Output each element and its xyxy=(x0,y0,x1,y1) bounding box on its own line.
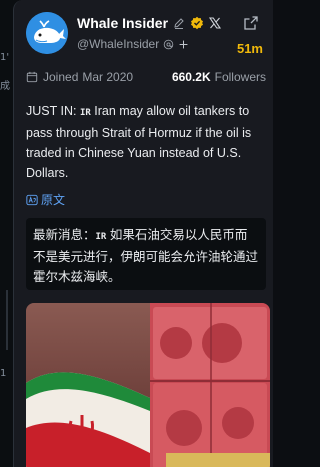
background-divider xyxy=(6,290,8,350)
profile-name-row: Whale Insider xyxy=(77,15,222,31)
followers-label: Followers xyxy=(214,70,266,84)
joined-label: Joined xyxy=(43,70,79,84)
profile-meta-row: Joined Mar 2020 660.2K Followers xyxy=(26,70,266,84)
post-text: JUST IN: IR Iran may allow oil tankers t… xyxy=(26,101,270,183)
iran-flag-yuan-image xyxy=(26,303,270,467)
translation-flag-code: IR xyxy=(95,232,107,242)
x-logo-icon[interactable] xyxy=(208,16,222,30)
share-icon[interactable] xyxy=(243,15,259,31)
translate-icon xyxy=(26,194,38,205)
at-icon[interactable] xyxy=(163,39,174,50)
profile-name[interactable]: Whale Insider xyxy=(77,15,168,31)
verified-badge-icon xyxy=(191,16,204,30)
background-text: 1' xyxy=(0,52,10,63)
translation-lead: 最新消息： xyxy=(33,228,96,242)
background-text: 1 xyxy=(0,368,7,379)
profile-handle-row: @WhaleInsider xyxy=(77,37,189,51)
profile-handle[interactable]: @WhaleInsider xyxy=(77,37,159,51)
post-lead: JUST IN: xyxy=(26,104,80,118)
original-text-label: 原文 xyxy=(41,193,66,207)
background-text: 成 xyxy=(0,81,10,92)
post-image[interactable] xyxy=(26,303,270,467)
post-time: 51m xyxy=(236,41,263,56)
joined-date: Mar 2020 xyxy=(82,70,134,84)
plus-icon[interactable] xyxy=(178,39,189,50)
avatar[interactable] xyxy=(26,12,68,54)
profile-post-card: Whale Insider @WhaleInsider 51m Joined M… xyxy=(13,0,273,467)
calendar-icon xyxy=(26,71,38,83)
translation-box: 最新消息：IR 如果石油交易以人民币而不是美元进行，伊朗可能会允许油轮通过霍尔木… xyxy=(26,218,266,290)
whale-avatar-icon xyxy=(26,12,68,54)
pencil-icon[interactable] xyxy=(172,16,186,30)
followers-count: 660.2K xyxy=(171,70,211,84)
flag-code: IR xyxy=(79,108,91,118)
original-text-link[interactable]: 原文 xyxy=(26,191,65,208)
